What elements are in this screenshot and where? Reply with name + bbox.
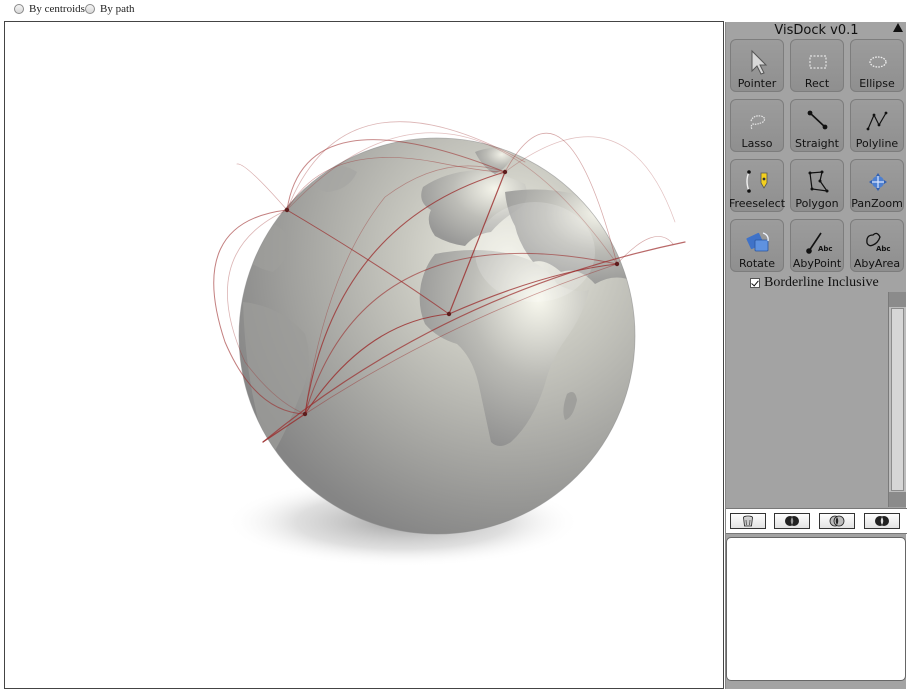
ellipse-tool[interactable]: Ellipse [850, 39, 904, 92]
route-node[interactable] [446, 311, 452, 317]
tool-label: Ellipse [859, 77, 895, 90]
pointer-icon [751, 49, 768, 75]
rect-tool[interactable]: Rect [790, 39, 844, 92]
tool-label: Lasso [741, 137, 773, 150]
straight-tool[interactable]: Straight [790, 99, 844, 152]
polyline-tool[interactable]: Polyline [850, 99, 904, 152]
clear-button[interactable] [730, 513, 766, 529]
route-node[interactable] [284, 207, 290, 213]
route-node[interactable] [614, 261, 620, 267]
xor-button[interactable] [864, 513, 900, 529]
query-list-scrollbar[interactable] [888, 292, 906, 507]
collapse-triangle-icon[interactable] [893, 23, 903, 32]
by-path-radio[interactable]: By path [85, 3, 135, 15]
globe[interactable] [237, 137, 638, 535]
visdock-title: VisDock v0.1 [774, 23, 859, 38]
rect-select-icon [809, 55, 827, 69]
tool-label: Rotate [738, 257, 775, 270]
freeselect-icon [746, 170, 768, 193]
lasso-icon [750, 115, 766, 130]
lasso-tool[interactable]: Lasso [730, 99, 784, 152]
tool-label: Pointer [737, 77, 777, 90]
rotate-icon [746, 232, 769, 252]
svg-text:Abc: Abc [818, 245, 833, 253]
scroll-thumb[interactable] [891, 308, 904, 491]
by-centroids-label: By centroids [29, 3, 85, 15]
radio-circle[interactable] [14, 4, 24, 14]
svg-text:Abc: Abc [876, 245, 891, 253]
by-centroids-radio[interactable]: By centroids [14, 3, 85, 15]
tool-label: Freeselect [728, 197, 786, 210]
tool-label: PanZoom [851, 197, 903, 210]
tool-label: Polyline [855, 137, 899, 150]
abypoint-tool[interactable]: Abc AbyPoint [790, 219, 844, 272]
annotation-results-panel[interactable] [726, 537, 906, 681]
checkbox-box[interactable] [750, 278, 760, 288]
set-operation-bar [726, 508, 907, 534]
scroll-down-cap[interactable] [889, 492, 906, 507]
visdock-panel: VisDock v0.1 Pointer Rect Ellipse Lasso … [725, 22, 907, 689]
annotate-by-area-icon: Abc [866, 232, 891, 253]
intersect-button[interactable] [774, 513, 810, 529]
xor-icon [875, 516, 889, 526]
pointer-tool[interactable]: Pointer [730, 39, 784, 92]
abyarea-tool[interactable]: Abc AbyArea [850, 219, 904, 272]
tool-label: AbyArea [853, 257, 901, 270]
freeselect-tool[interactable]: Freeselect [728, 159, 786, 212]
route-node[interactable] [302, 411, 308, 417]
polyline-icon [866, 111, 888, 131]
panzoom-tool[interactable]: PanZoom [850, 159, 904, 212]
tool-label: Straight [795, 137, 839, 150]
query-list-area[interactable] [726, 292, 888, 507]
scroll-up-cap[interactable] [889, 292, 906, 307]
union-button[interactable] [819, 513, 855, 529]
intersect-icon [785, 516, 799, 526]
globe-canvas[interactable] [4, 21, 724, 689]
tool-label: Rect [804, 77, 830, 90]
rotate-tool[interactable]: Rotate [730, 219, 784, 272]
ellipse-select-icon [869, 56, 887, 68]
annotate-by-point-icon: Abc [806, 232, 833, 254]
radio-circle[interactable] [85, 4, 95, 14]
clear-icon [743, 515, 753, 527]
polygon-icon [808, 170, 829, 193]
borderline-inclusive-checkbox[interactable]: Borderline Inclusive [750, 275, 879, 291]
panzoom-icon [869, 173, 887, 191]
union-icon [829, 515, 845, 527]
route-node[interactable] [502, 169, 508, 175]
borderline-inclusive-label: Borderline Inclusive [764, 275, 879, 290]
tool-label: Polygon [795, 197, 839, 210]
polygon-tool[interactable]: Polygon [790, 159, 844, 212]
by-path-label: By path [100, 3, 135, 15]
globe-visualization[interactable] [5, 22, 724, 689]
view-options-bar: By centroids By path [0, 0, 915, 22]
straight-line-icon [807, 110, 828, 130]
tool-label: AbyPoint [792, 257, 842, 270]
